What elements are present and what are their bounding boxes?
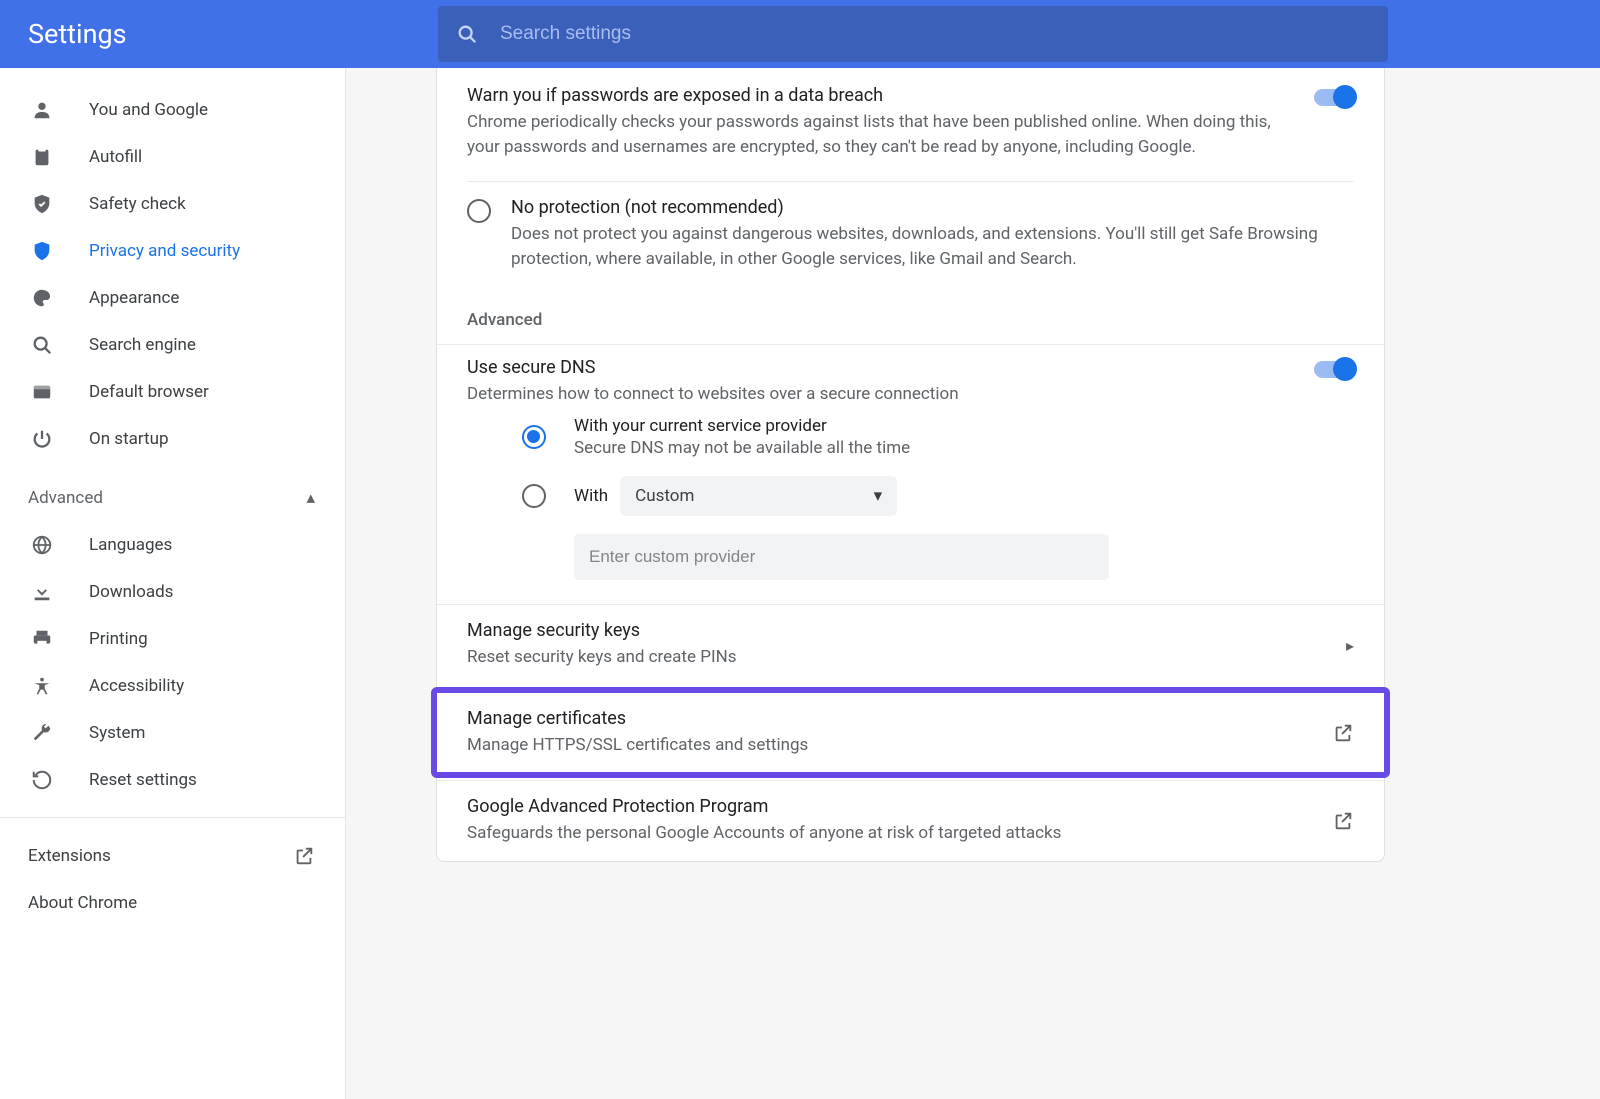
breach-desc: Chrome periodically checks your password… bbox=[467, 110, 1294, 159]
browser-icon bbox=[28, 381, 56, 403]
row-manage-certificates[interactable]: Manage certificates Manage HTTPS/SSL cer… bbox=[437, 693, 1384, 773]
adv-protection-title: Google Advanced Protection Program bbox=[467, 796, 1332, 817]
select-value: Custom bbox=[635, 486, 694, 506]
nav-label: System bbox=[89, 723, 145, 743]
shield-check-icon bbox=[28, 193, 56, 215]
advanced-label: Advanced bbox=[28, 488, 103, 508]
certificates-desc: Manage HTTPS/SSL certificates and settin… bbox=[467, 733, 1332, 758]
nav-label: Languages bbox=[89, 535, 172, 555]
content-area: Warn you if passwords are exposed in a d… bbox=[346, 68, 1600, 1099]
header: Settings bbox=[0, 0, 1600, 68]
section-secure-dns: Use secure DNS Determines how to connect… bbox=[437, 344, 1384, 605]
nav-extensions[interactable]: Extensions bbox=[0, 832, 345, 879]
nav-label: Reset settings bbox=[89, 770, 197, 790]
search-bar[interactable] bbox=[438, 6, 1388, 62]
advanced-heading: Advanced bbox=[437, 290, 1384, 344]
dns-opt-current-provider[interactable]: With your current service provider Secur… bbox=[522, 416, 1354, 458]
nav-label: Safety check bbox=[89, 194, 186, 214]
launch-icon bbox=[293, 845, 315, 867]
nav-languages[interactable]: Languages bbox=[0, 521, 345, 568]
nav-on-startup[interactable]: On startup bbox=[0, 415, 345, 462]
person-icon bbox=[28, 99, 56, 121]
download-icon bbox=[28, 581, 56, 603]
settings-card: Warn you if passwords are exposed in a d… bbox=[436, 68, 1385, 862]
about-label: About Chrome bbox=[28, 893, 137, 913]
divider bbox=[0, 817, 345, 818]
accessibility-icon bbox=[28, 675, 56, 697]
radio-current-provider[interactable] bbox=[522, 425, 546, 449]
globe-icon bbox=[28, 534, 56, 556]
print-icon bbox=[28, 628, 56, 650]
wrench-icon bbox=[28, 722, 56, 744]
nav-advanced-toggle[interactable]: Advanced ▴ bbox=[0, 474, 345, 521]
nav-label: Search engine bbox=[89, 335, 196, 355]
search-icon bbox=[456, 23, 478, 45]
certificates-title: Manage certificates bbox=[467, 708, 1332, 729]
row-advanced-protection[interactable]: Google Advanced Protection Program Safeg… bbox=[437, 780, 1384, 861]
nav-label: Downloads bbox=[89, 582, 173, 602]
custom-dns-input[interactable] bbox=[574, 534, 1109, 580]
no-protection-title: No protection (not recommended) bbox=[511, 197, 1354, 218]
chevron-down-icon: ▾ bbox=[874, 486, 883, 506]
nav-privacy-security[interactable]: Privacy and security bbox=[0, 227, 345, 274]
nav-you-and-google[interactable]: You and Google bbox=[0, 86, 345, 133]
nav-safety-check[interactable]: Safety check bbox=[0, 180, 345, 227]
nav-label: On startup bbox=[89, 429, 169, 449]
opt2-label: With bbox=[574, 486, 608, 506]
secure-dns-title: Use secure DNS bbox=[467, 357, 1294, 378]
sidebar: You and Google Autofill Safety check Pri… bbox=[0, 68, 346, 1099]
nav-default-browser[interactable]: Default browser bbox=[0, 368, 345, 415]
power-icon bbox=[28, 428, 56, 450]
highlighted-row: Manage certificates Manage HTTPS/SSL cer… bbox=[431, 687, 1390, 779]
nav-label: Accessibility bbox=[89, 676, 184, 696]
row-no-protection[interactable]: No protection (not recommended) Does not… bbox=[437, 182, 1384, 279]
chevron-up-icon: ▴ bbox=[306, 488, 315, 508]
shield-icon bbox=[28, 240, 56, 262]
nav-appearance[interactable]: Appearance bbox=[0, 274, 345, 321]
nav-about-chrome[interactable]: About Chrome bbox=[0, 879, 345, 926]
page-title: Settings bbox=[28, 18, 127, 50]
nav-label: Autofill bbox=[89, 147, 142, 167]
row-manage-security-keys[interactable]: Manage security keys Reset security keys… bbox=[437, 604, 1384, 685]
search-icon bbox=[28, 334, 56, 356]
launch-icon bbox=[1332, 722, 1354, 744]
no-protection-desc: Does not protect you against dangerous w… bbox=[511, 222, 1354, 271]
secure-dns-desc: Determines how to connect to websites ov… bbox=[467, 382, 1294, 407]
row-breach-warning: Warn you if passwords are exposed in a d… bbox=[437, 68, 1384, 181]
nav-label: Appearance bbox=[89, 288, 179, 308]
clipboard-icon bbox=[28, 146, 56, 168]
nav-label: Printing bbox=[89, 629, 148, 649]
opt1-sub: Secure DNS may not be available all the … bbox=[574, 438, 910, 458]
launch-icon bbox=[1332, 810, 1354, 832]
radio-custom-provider[interactable] bbox=[522, 484, 546, 508]
nav-label: Default browser bbox=[89, 382, 209, 402]
chevron-right-icon: ▸ bbox=[1346, 636, 1354, 655]
dns-opt-custom[interactable]: With Custom ▾ bbox=[522, 476, 1354, 516]
nav-reset-settings[interactable]: Reset settings bbox=[0, 756, 345, 803]
secure-dns-toggle[interactable] bbox=[1314, 361, 1354, 378]
nav-downloads[interactable]: Downloads bbox=[0, 568, 345, 615]
restore-icon bbox=[28, 769, 56, 791]
radio-no-protection[interactable] bbox=[467, 199, 491, 223]
custom-dns-select[interactable]: Custom ▾ bbox=[620, 476, 897, 516]
nav-accessibility[interactable]: Accessibility bbox=[0, 662, 345, 709]
nav-autofill[interactable]: Autofill bbox=[0, 133, 345, 180]
adv-protection-desc: Safeguards the personal Google Accounts … bbox=[467, 821, 1332, 846]
extensions-label: Extensions bbox=[28, 846, 111, 866]
nav-label: Privacy and security bbox=[89, 241, 240, 261]
search-input[interactable] bbox=[500, 23, 1370, 45]
security-keys-title: Manage security keys bbox=[467, 620, 1346, 641]
palette-icon bbox=[28, 287, 56, 309]
nav-label: You and Google bbox=[89, 100, 208, 120]
opt1-title: With your current service provider bbox=[574, 416, 910, 436]
nav-printing[interactable]: Printing bbox=[0, 615, 345, 662]
nav-search-engine[interactable]: Search engine bbox=[0, 321, 345, 368]
nav-system[interactable]: System bbox=[0, 709, 345, 756]
breach-toggle[interactable] bbox=[1314, 89, 1354, 106]
breach-title: Warn you if passwords are exposed in a d… bbox=[467, 85, 1294, 106]
security-keys-desc: Reset security keys and create PINs bbox=[467, 645, 1346, 670]
